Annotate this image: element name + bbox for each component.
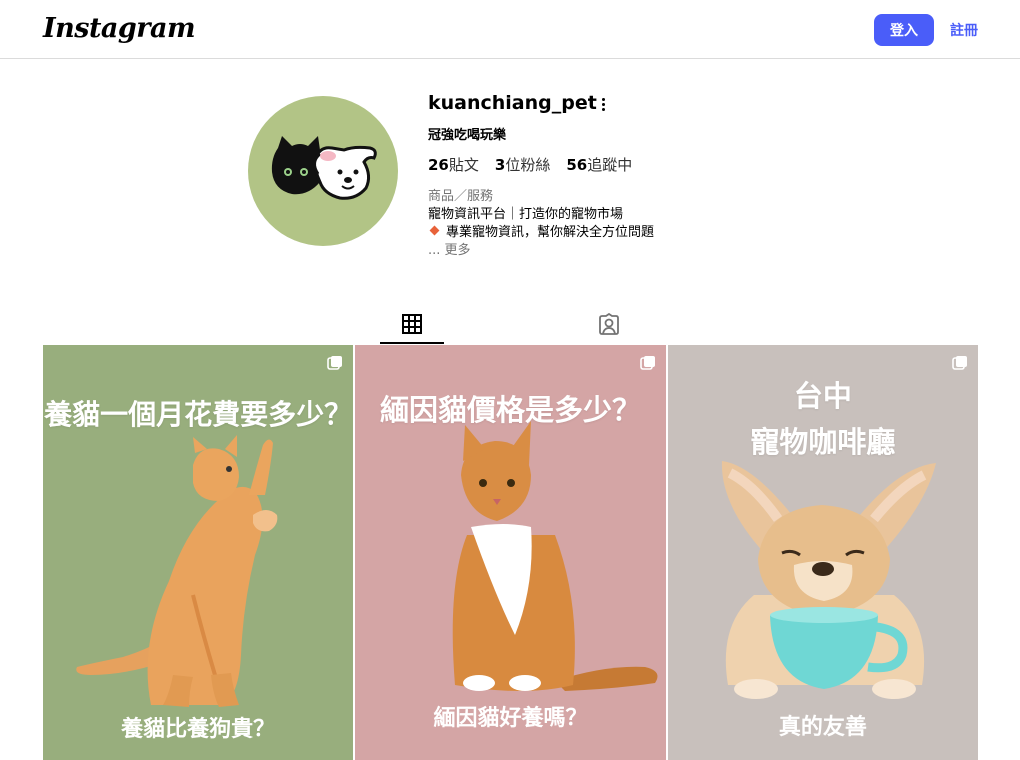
profile-username: kuanchiang_pet <box>428 92 597 114</box>
bio-line: 寵物資訊平台｜打造你的寵物市場 <box>428 207 624 222</box>
stat-followers[interactable]: 3位粉絲 <box>495 154 550 175</box>
tagged-person-icon <box>599 313 619 335</box>
post-caption: 緬因貓好養嗎？ <box>433 706 588 731</box>
profile-category: 商品／服務 <box>428 189 494 204</box>
profile-full-name: 冠強吃喝玩樂 <box>428 128 507 143</box>
post-tile[interactable]: 緬因貓價格是多少？ 緬因貓好養嗎？ <box>355 345 666 760</box>
tab-posts[interactable] <box>380 306 444 344</box>
bio-line: 專業寵物資訊，幫你解決全方位問題 <box>428 221 654 240</box>
tab-tagged[interactable] <box>577 306 641 344</box>
orange-cat-standing-image <box>76 435 278 707</box>
stat-posts: 26貼文 <box>428 156 479 174</box>
post-tile[interactable]: 台中 寵物咖啡廳 真的友善 <box>667 345 978 760</box>
chihuahua-coffee-cup-image <box>721 461 936 699</box>
grid-icon <box>402 314 422 334</box>
orange-diamond-icon <box>429 225 440 236</box>
profile-avatar[interactable] <box>248 96 398 246</box>
post-caption: 養貓比養狗貴？ <box>121 717 276 742</box>
profile-stats: 26貼文 3位粉絲 56追蹤中 <box>428 154 632 175</box>
maine-coon-cat-image <box>453 421 658 691</box>
login-button[interactable]: 登入 <box>874 14 934 46</box>
cat-dog-logo-icon <box>271 136 377 200</box>
stat-following[interactable]: 56追蹤中 <box>566 154 632 175</box>
post-caption: 真的友善 <box>778 715 867 740</box>
instagram-logo[interactable]: Instagram <box>43 13 196 44</box>
posts-grid: 養貓一個月花費要多少？ 養貓比養狗貴？ 緬因貓價格是多少？ 緬因貓好養嗎？ 台中… <box>43 345 978 760</box>
signup-link[interactable]: 註冊 <box>950 14 978 46</box>
bio-more-link[interactable]: ... 更多 <box>428 239 471 258</box>
top-bar: Instagram 登入 註冊 <box>0 0 1020 59</box>
more-options-icon[interactable] <box>598 94 608 114</box>
post-tile[interactable]: 養貓一個月花費要多少？ 養貓比養狗貴？ <box>43 345 354 760</box>
